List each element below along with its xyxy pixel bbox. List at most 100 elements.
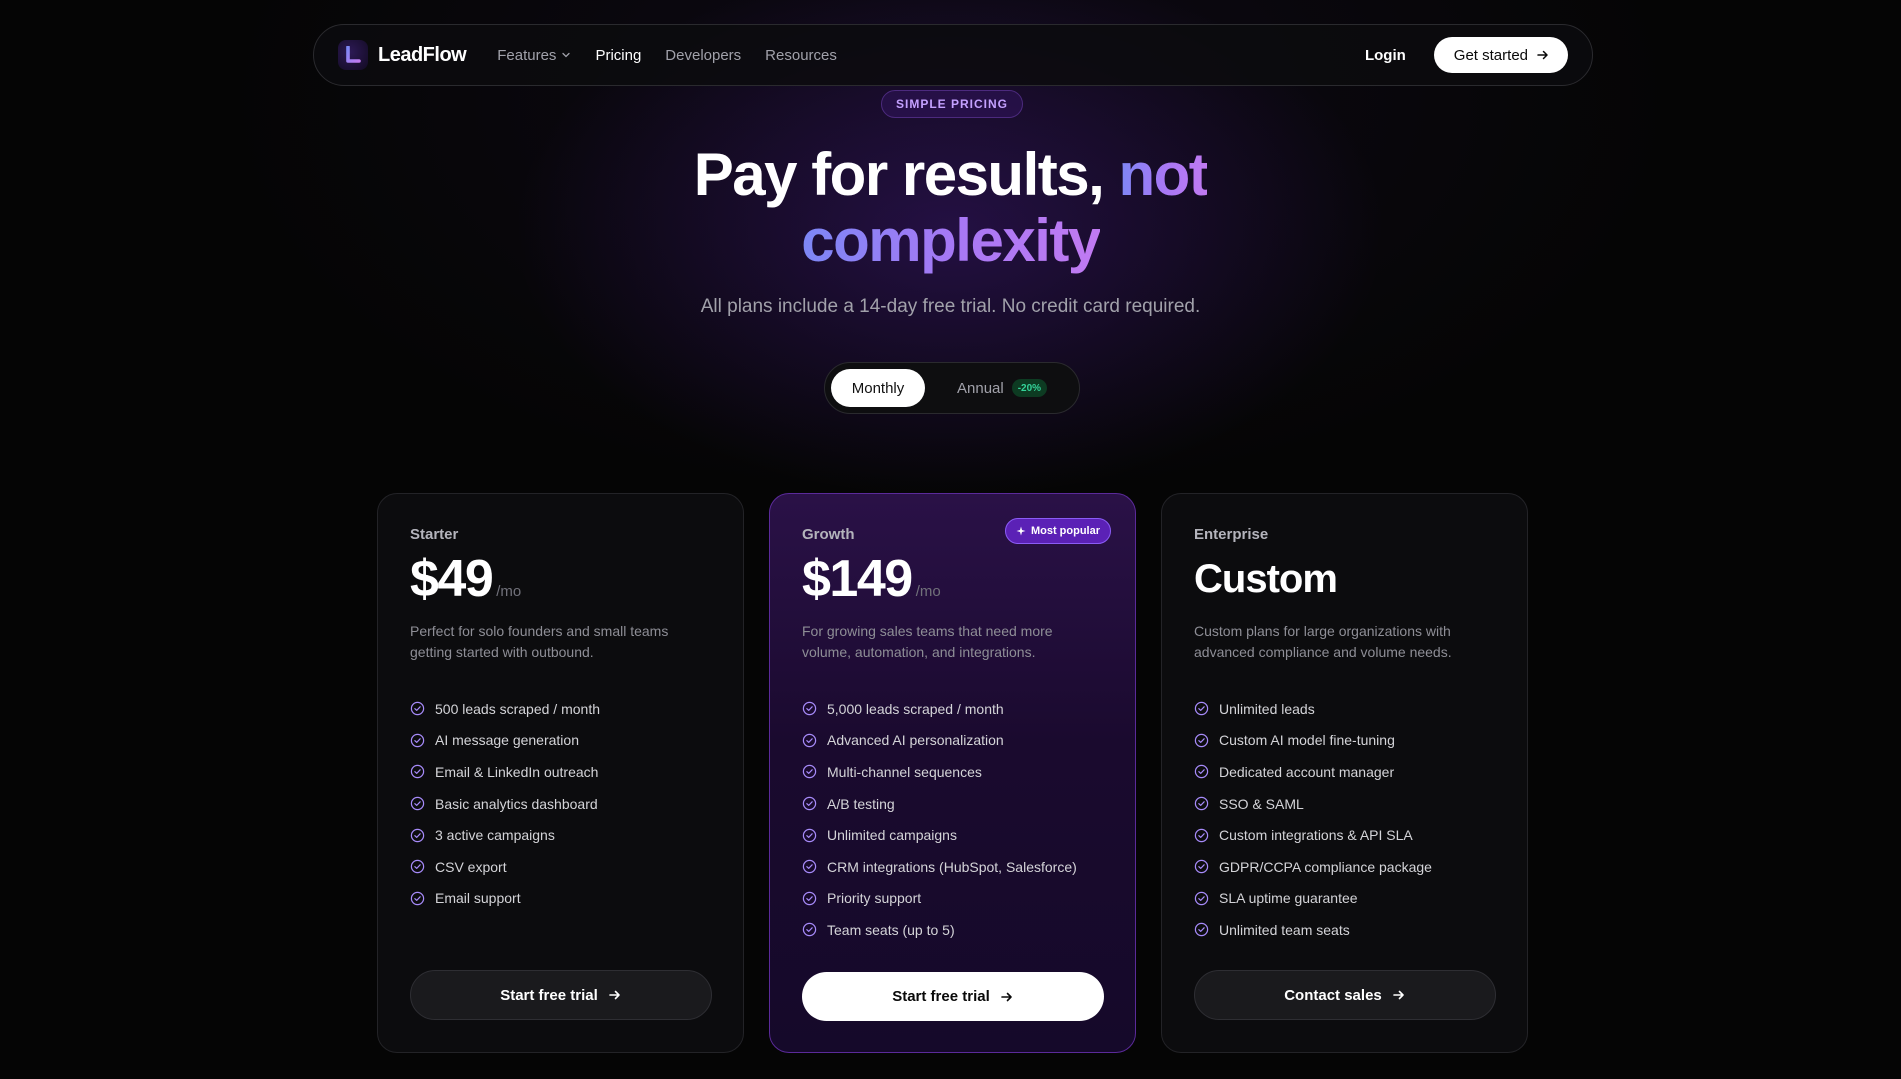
toggle-annual-label: Annual (957, 379, 1004, 397)
feature-label: Advanced AI personalization (827, 732, 1004, 749)
contact-sales-button[interactable]: Contact sales (1194, 970, 1496, 1020)
check-circle-icon (802, 828, 817, 842)
feature-label: Email support (435, 890, 521, 907)
chevron-down-icon (562, 52, 571, 58)
feature-item: GDPR/CCPA compliance package (1194, 851, 1495, 883)
check-circle-icon (410, 702, 425, 716)
feature-item: 3 active campaigns (410, 819, 711, 851)
check-circle-icon (802, 860, 817, 874)
billing-toggle: Monthly Annual -20% (824, 362, 1080, 414)
check-circle-icon (802, 891, 817, 906)
get-started-button[interactable]: Get started (1433, 37, 1568, 73)
sparkle-icon (1016, 526, 1026, 536)
feature-item: Custom integrations & API SLA (1194, 819, 1495, 851)
check-circle-icon (410, 891, 425, 906)
plan-price: $49 (410, 550, 494, 608)
plan-description: For growing sales teams that need more v… (802, 623, 1053, 660)
check-circle-icon (802, 796, 817, 811)
brand[interactable]: LeadFlow (338, 40, 467, 70)
nav-link-pricing[interactable]: Pricing (595, 47, 641, 64)
brand-name: LeadFlow (378, 43, 467, 66)
feature-label: 5,000 leads scraped / month (827, 700, 1004, 717)
feature-label: Unlimited team seats (1219, 921, 1350, 938)
feature-label: CSV export (435, 858, 507, 875)
feature-item: Unlimited team seats (1194, 914, 1495, 946)
toggle-monthly[interactable]: Monthly (831, 369, 925, 407)
feature-item: Unlimited campaigns (802, 819, 1103, 851)
feature-item: Dedicated account manager (1194, 756, 1495, 788)
check-circle-icon (410, 733, 425, 748)
feature-item: Basic analytics dashboard (410, 788, 711, 820)
feature-item: Priority support (802, 883, 1103, 915)
feature-item: SLA uptime guarantee (1194, 883, 1495, 915)
title-accent-1: not (1118, 141, 1208, 208)
cta-label: Contact sales (1284, 986, 1382, 1004)
feature-label: GDPR/CCPA compliance package (1219, 858, 1432, 875)
feature-label: Unlimited campaigns (827, 827, 957, 844)
nav-actions: Login Get started (1365, 37, 1568, 73)
top-navbar: LeadFlow Features Pricing Developers Res… (313, 24, 1593, 86)
feature-label: 500 leads scraped / month (435, 700, 600, 717)
check-circle-icon (1194, 923, 1209, 937)
nav-link-features[interactable]: Features (497, 47, 571, 64)
check-circle-icon (1194, 860, 1209, 874)
start-free-trial-button[interactable]: Start free trial (410, 970, 712, 1020)
leadflow-logo-icon (338, 40, 368, 70)
plan-card-enterprise: Enterprise Custom Custom plans for large… (1161, 493, 1528, 1053)
nav-link-label: Features (497, 46, 557, 64)
feature-item: AI message generation (410, 725, 711, 757)
check-circle-icon (802, 702, 817, 716)
check-circle-icon (1194, 702, 1209, 716)
arrow-right-icon (608, 990, 620, 1000)
arrow-right-icon (1537, 50, 1548, 60)
feature-item: CRM integrations (HubSpot, Salesforce) (802, 851, 1103, 883)
plan-price: $149 (802, 550, 913, 608)
toggle-annual[interactable]: Annual -20% (957, 369, 1048, 407)
feature-label: CRM integrations (HubSpot, Salesforce) (827, 858, 1077, 875)
feature-item: Team seats (up to 5) (802, 914, 1103, 946)
price-row: $149 /mo (802, 551, 1103, 607)
arrow-right-icon (1392, 990, 1404, 1000)
discount-badge: -20% (1011, 379, 1048, 397)
feature-label: 3 active campaigns (435, 827, 555, 844)
check-circle-icon (1194, 733, 1209, 748)
plan-name: Enterprise (1194, 526, 1269, 543)
feature-label: Dedicated account manager (1219, 763, 1395, 780)
plan-description: Perfect for solo founders and small team… (410, 623, 669, 660)
nav-link-developers[interactable]: Developers (665, 47, 741, 64)
plan-period: /mo (915, 583, 941, 600)
feature-item: Email support (410, 883, 711, 915)
feature-label: SSO & SAML (1219, 795, 1304, 812)
cta-label: Start free trial (500, 986, 598, 1004)
check-circle-icon (1194, 828, 1209, 842)
get-started-label: Get started (1453, 46, 1528, 64)
check-circle-icon (410, 828, 425, 842)
title-accent-2: complexity (801, 207, 1101, 274)
feature-item: 500 leads scraped / month (410, 693, 711, 725)
check-circle-icon (410, 860, 425, 874)
feature-item: Multi-channel sequences (802, 756, 1103, 788)
simple-pricing-badge: SIMPLE PRICING (881, 90, 1023, 118)
feature-item: 5,000 leads scraped / month (802, 693, 1103, 725)
hero-subtitle: All plans include a 14-day free trial. N… (700, 296, 1201, 317)
feature-label: Team seats (up to 5) (827, 921, 955, 938)
nav-link-resources[interactable]: Resources (765, 47, 837, 64)
most-popular-badge: Most popular (1004, 518, 1111, 544)
check-circle-icon (802, 923, 817, 937)
plan-description: Custom plans for large organizations wit… (1194, 623, 1452, 660)
nav-links: Features Pricing Developers Resources (497, 47, 861, 64)
feature-list: Unlimited leads Custom AI model fine-tuni… (1194, 693, 1495, 946)
feature-label: Unlimited leads (1219, 700, 1315, 717)
feature-label: SLA uptime guarantee (1219, 890, 1358, 907)
feature-item: Unlimited leads (1194, 693, 1495, 725)
price-row: $49 /mo (410, 551, 711, 607)
title-plain: Pay for results, (693, 141, 1119, 208)
arrow-right-icon (1000, 992, 1012, 1001)
check-circle-icon (1194, 765, 1209, 779)
price-row: Custom (1194, 551, 1495, 607)
plan-name: Starter (410, 526, 459, 543)
start-free-trial-button[interactable]: Start free trial (802, 972, 1104, 1021)
feature-label: Priority support (827, 890, 922, 907)
feature-item: Custom AI model fine-tuning (1194, 725, 1495, 757)
login-link[interactable]: Login (1365, 47, 1406, 64)
